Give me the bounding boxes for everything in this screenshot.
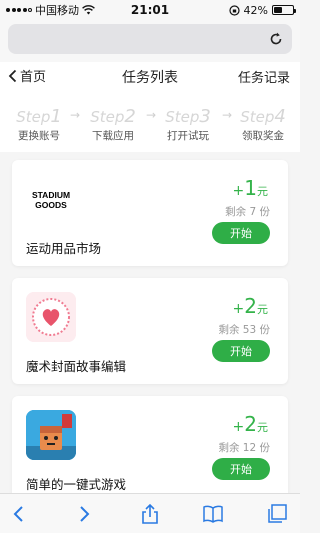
stadium-goods-icon: STADIUM GOODS	[26, 174, 76, 224]
reward-amount: +2元	[232, 412, 268, 436]
task-name: 简单的一键式游戏	[26, 477, 127, 492]
step-2-number: Step2	[90, 106, 136, 127]
remaining-count: 剩余 12 份	[218, 442, 270, 454]
signal-icon	[6, 8, 32, 12]
svg-text:GOODS: GOODS	[35, 200, 67, 210]
task-card[interactable]: STADIUM GOODS 运动用品市场 +1元 剩余 7 份 开始	[12, 160, 288, 266]
step-1-label: 更换账号	[18, 130, 60, 142]
tabs-icon[interactable]	[266, 503, 288, 525]
reward-amount: +2元	[232, 294, 268, 318]
status-left: 中国移动	[6, 2, 116, 18]
browser-toolbar	[0, 493, 300, 533]
steps-bar: Step1 更换账号 → Step2 下载应用 → Step3 打开试玩 → S…	[0, 90, 300, 152]
book-icon[interactable]	[202, 503, 224, 525]
task-name: 运动用品市场	[26, 241, 102, 256]
remaining-count: 剩余 7 份	[225, 206, 270, 218]
heart-icon	[26, 292, 76, 342]
step-1-number: Step1	[16, 106, 62, 127]
step-3-label: 打开试玩	[167, 130, 209, 142]
start-button[interactable]: 开始	[212, 340, 270, 362]
task-card[interactable]: 简单的一键式游戏 +2元 剩余 12 份 开始	[12, 396, 288, 502]
battery-icon	[272, 5, 296, 15]
battery-percent: 42%	[243, 3, 268, 17]
task-card[interactable]: 魔术封面故事编辑 +2元 剩余 53 份 开始	[12, 278, 288, 384]
start-button[interactable]: 开始	[212, 458, 270, 480]
address-bar[interactable]	[8, 24, 292, 54]
chevron-right-icon[interactable]	[73, 503, 95, 525]
browser-address-area	[0, 20, 300, 62]
step-2-label: 下载应用	[92, 130, 134, 142]
reload-icon[interactable]	[268, 31, 284, 47]
share-icon[interactable]	[139, 503, 161, 525]
wifi-icon	[82, 5, 95, 15]
svg-text:STADIUM: STADIUM	[32, 190, 70, 200]
remaining-count: 剩余 53 份	[218, 324, 270, 336]
nav-bar: 首页 任务列表 任务记录	[0, 62, 300, 90]
orientation-lock-icon	[228, 4, 240, 16]
step-2: Step2 下载应用	[80, 106, 146, 143]
task-name: 魔术封面故事编辑	[26, 359, 127, 374]
step-4: Step4 领取奖金	[230, 106, 296, 143]
step-4-number: Step4	[240, 106, 286, 127]
status-bar: 中国移动 21:01 42%	[0, 0, 300, 20]
carrier-label: 中国移动	[35, 4, 79, 17]
step-arrow-icon: →	[70, 108, 81, 122]
battery-fill	[274, 7, 282, 13]
step-1: Step1 更换账号	[6, 106, 72, 143]
start-button[interactable]: 开始	[212, 222, 270, 244]
step-3-number: Step3	[165, 106, 211, 127]
step-4-label: 领取奖金	[242, 130, 284, 142]
game-icon	[26, 410, 76, 460]
step-3: Step3 打开试玩	[155, 106, 221, 143]
status-right: 42%	[184, 3, 296, 17]
reward-amount: +1元	[232, 176, 268, 200]
status-time: 21:01	[130, 3, 170, 17]
task-records-link[interactable]: 任务记录	[238, 67, 290, 86]
chevron-left-icon[interactable]	[8, 503, 30, 525]
